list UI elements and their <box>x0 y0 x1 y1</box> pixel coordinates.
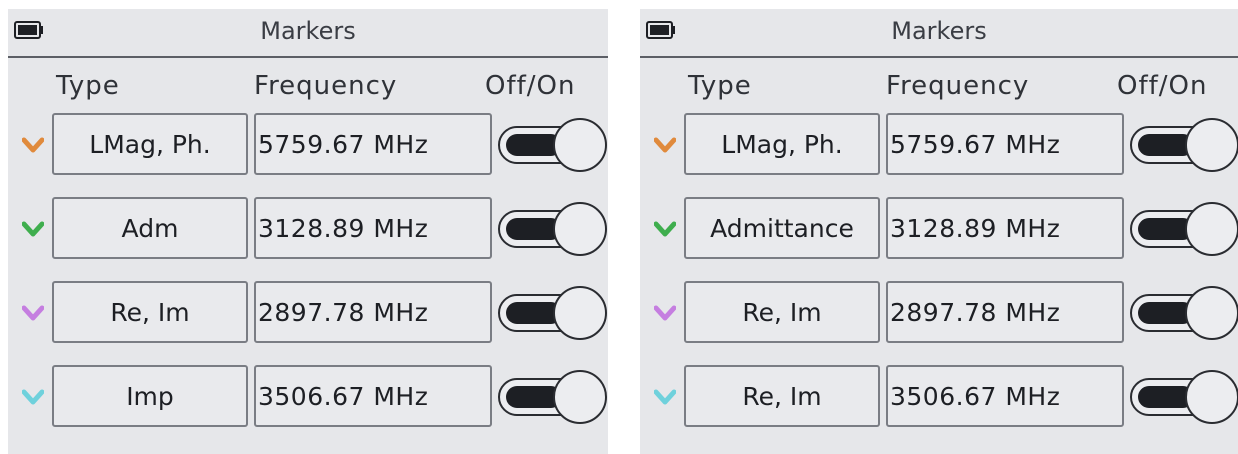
marker-toggle-switch[interactable] <box>1128 369 1238 425</box>
marker-toggle-switch[interactable] <box>496 117 608 173</box>
column-header-type: Type <box>688 71 752 101</box>
marker-frequency-field[interactable]: 2897.78 MHz <box>886 281 1124 343</box>
marker-toggle-switch[interactable] <box>496 369 608 425</box>
markers-screen-left: Markers Type Frequency Off/On LMag, Ph. … <box>8 9 608 454</box>
device-photos: Markers Type Frequency Off/On LMag, Ph. … <box>0 0 1238 454</box>
page-title: Markers <box>260 17 356 45</box>
markers-screen-right: Markers Type Frequency Off/On LMag, Ph. … <box>640 9 1238 454</box>
column-header-frequency: Frequency <box>886 71 1030 101</box>
marker-frequency-field[interactable]: 3128.89 MHz <box>886 197 1124 259</box>
column-header-type: Type <box>56 71 120 101</box>
column-header-toggle: Off/On <box>485 71 576 101</box>
marker-toggle-switch[interactable] <box>1128 285 1238 341</box>
marker-type-button[interactable]: Admittance <box>684 197 880 259</box>
marker-row: Re, Im 3506.67 MHz <box>640 365 1238 431</box>
marker-row: LMag, Ph. 5759.67 MHz <box>640 113 1238 179</box>
marker-toggle-switch[interactable] <box>496 201 608 257</box>
marker-chevron-icon <box>22 389 44 405</box>
header-bar: Markers <box>8 9 608 58</box>
marker-toggle-switch[interactable] <box>496 285 608 341</box>
marker-chevron-icon <box>22 221 44 237</box>
marker-type-button[interactable]: Re, Im <box>52 281 248 343</box>
marker-row: Admittance 3128.89 MHz <box>640 197 1238 263</box>
marker-frequency-field[interactable]: 3506.67 MHz <box>886 365 1124 427</box>
marker-chevron-icon <box>22 305 44 321</box>
marker-type-button[interactable]: Imp <box>52 365 248 427</box>
column-header-frequency: Frequency <box>254 71 398 101</box>
marker-frequency-field[interactable]: 3128.89 MHz <box>254 197 492 259</box>
marker-type-button[interactable]: Adm <box>52 197 248 259</box>
marker-row: Imp 3506.67 MHz <box>8 365 608 431</box>
marker-row: Adm 3128.89 MHz <box>8 197 608 263</box>
marker-toggle-switch[interactable] <box>1128 117 1238 173</box>
marker-toggle-switch[interactable] <box>1128 201 1238 257</box>
marker-chevron-icon <box>654 137 676 153</box>
column-header-toggle: Off/On <box>1117 71 1208 101</box>
marker-type-button[interactable]: LMag, Ph. <box>684 113 880 175</box>
marker-type-button[interactable]: Re, Im <box>684 281 880 343</box>
marker-frequency-field[interactable]: 3506.67 MHz <box>254 365 492 427</box>
marker-frequency-field[interactable]: 2897.78 MHz <box>254 281 492 343</box>
marker-type-button[interactable]: LMag, Ph. <box>52 113 248 175</box>
marker-chevron-icon <box>654 221 676 237</box>
header-bar: Markers <box>640 9 1238 58</box>
marker-row: LMag, Ph. 5759.67 MHz <box>8 113 608 179</box>
marker-type-button[interactable]: Re, Im <box>684 365 880 427</box>
marker-row: Re, Im 2897.78 MHz <box>640 281 1238 347</box>
page-title: Markers <box>891 17 987 45</box>
marker-chevron-icon <box>22 137 44 153</box>
marker-frequency-field[interactable]: 5759.67 MHz <box>254 113 492 175</box>
marker-chevron-icon <box>654 389 676 405</box>
marker-chevron-icon <box>654 305 676 321</box>
marker-frequency-field[interactable]: 5759.67 MHz <box>886 113 1124 175</box>
marker-row: Re, Im 2897.78 MHz <box>8 281 608 347</box>
